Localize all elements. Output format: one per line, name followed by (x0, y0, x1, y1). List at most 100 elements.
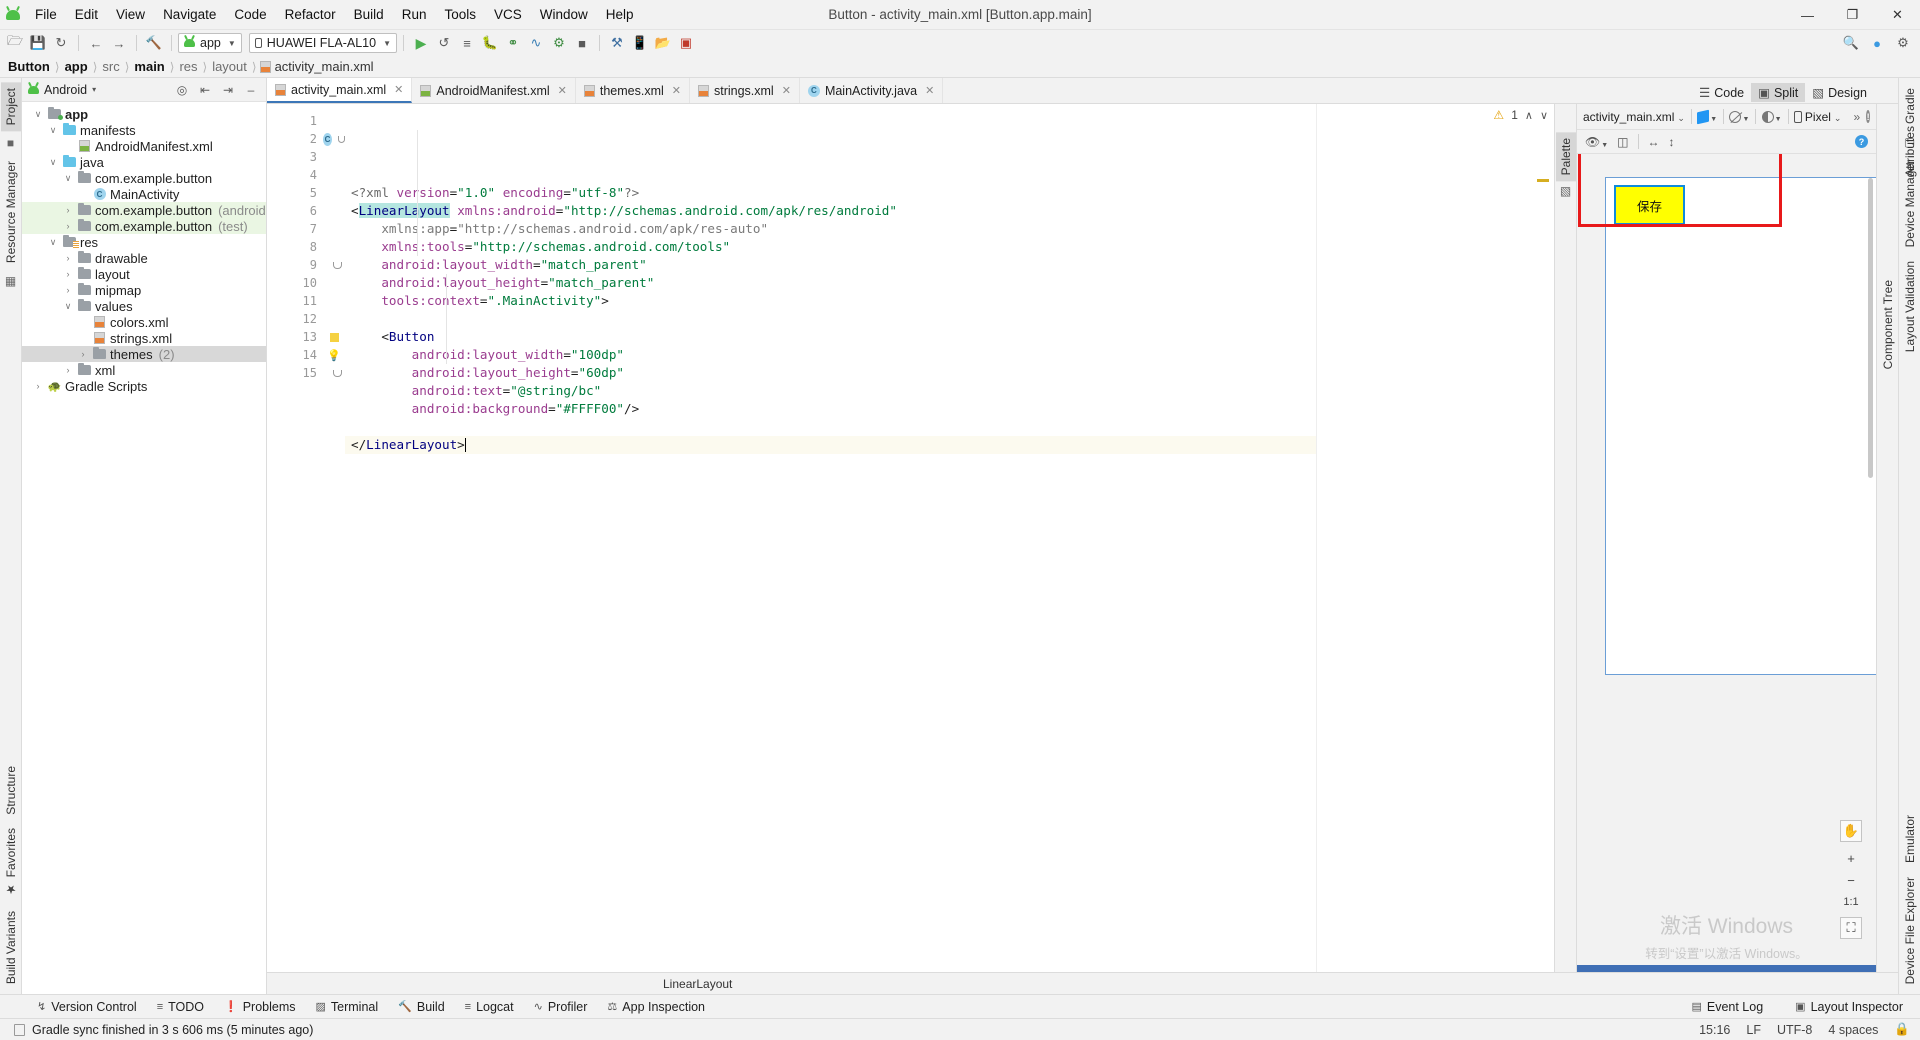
chevron-right-icon[interactable]: › (62, 205, 74, 215)
design-scrollbar[interactable] (1868, 178, 1873, 478)
menu-tools[interactable]: Tools (435, 4, 485, 25)
code-line[interactable]: android:layout_height="60dp" (345, 364, 1316, 382)
preview-button-widget[interactable]: 保存 (1614, 185, 1685, 225)
device-preview-frame[interactable]: 保存 (1605, 177, 1876, 675)
tab-component-tree[interactable]: Component Tree (1878, 274, 1898, 375)
chevron-down-icon[interactable]: ∨ (62, 301, 74, 312)
chevron-down-icon[interactable]: ▾ (92, 85, 96, 94)
tab-main-activity-java[interactable]: C MainActivity.java ✕ (800, 78, 944, 103)
code-line[interactable]: android:layout_width="100dp" (345, 346, 1316, 364)
tab-android-manifest-xml[interactable]: AndroidManifest.xml ✕ (412, 78, 576, 103)
tool-todo[interactable]: ≡ TODO (148, 998, 213, 1016)
tool-event-log[interactable]: ▤ Event Log (1682, 998, 1772, 1016)
collapse-all-icon[interactable]: ⇥ (219, 81, 237, 99)
sidebar-tab-emulator[interactable]: Emulator (1900, 809, 1920, 869)
chevron-right-icon[interactable]: › (62, 285, 74, 295)
code-line[interactable]: android:background="#FFFF00"/> (345, 400, 1316, 418)
code-line[interactable]: android:text="@string/bc" (345, 382, 1316, 400)
chevron-right-icon[interactable]: › (62, 253, 74, 263)
gear-icon[interactable]: ⚙ (1892, 32, 1914, 54)
menu-file[interactable]: File (26, 4, 66, 25)
sidebar-tab-build-variants[interactable]: Build Variants (1, 905, 21, 990)
breadcrumb-item-main[interactable]: main (132, 59, 166, 74)
breadcrumb-item-project[interactable]: Button (6, 59, 52, 74)
line-separator-label[interactable]: LF (1746, 1023, 1761, 1037)
build-hammer-icon[interactable]: 🔨 (143, 32, 165, 54)
chevron-down-icon[interactable]: ∨ (32, 109, 44, 120)
close-icon[interactable]: ✕ (394, 83, 403, 96)
chevron-down-icon[interactable]: ∨ (47, 125, 59, 136)
warning-square-icon[interactable] (329, 332, 339, 342)
tool-app-inspection[interactable]: ⚖ App Inspection (598, 998, 714, 1016)
tree-node-strings-xml[interactable]: strings.xml (22, 330, 266, 346)
sidebar-tab-layout-validation[interactable]: Layout Validation (1900, 255, 1920, 358)
code-line[interactable]: <Button (345, 328, 1316, 346)
tool-problems[interactable]: ❗ Problems (215, 998, 305, 1016)
tool-version-control[interactable]: ↯ Version Control (28, 998, 146, 1016)
run-device-icon[interactable]: ⚙ (548, 32, 570, 54)
menu-help[interactable]: Help (597, 4, 643, 25)
tab-attributes[interactable]: Attributes (1900, 120, 1920, 183)
stop-icon[interactable]: ■ (571, 32, 593, 54)
tree-node-res[interactable]: ∨ res (22, 234, 266, 250)
debug-icon[interactable]: 🐛 (479, 32, 501, 54)
tree-node-values[interactable]: ∨ values (22, 298, 266, 314)
horizontal-guideline-icon[interactable]: ↔ (1648, 135, 1660, 149)
close-icon[interactable]: ✕ (925, 84, 934, 97)
design-mode-icon[interactable]: ▼ (1697, 109, 1717, 124)
menu-view[interactable]: View (107, 4, 154, 25)
layout-file-selector[interactable]: activity_main.xml ⌄ (1583, 110, 1685, 124)
tool-build[interactable]: 🔨 Build (389, 998, 454, 1016)
code-line[interactable]: <?xml version="1.0" encoding="utf-8"?> (345, 184, 1316, 202)
device-file-explorer-icon[interactable]: 📂 (652, 32, 674, 54)
theme-icon[interactable]: ▼ (1761, 110, 1782, 123)
design-canvas[interactable]: 保存 ✋ + − 1:1 ⛶ 激活 Windows 转到“设置”以激活 Wind… (1577, 154, 1876, 972)
tree-node-gradle-scripts[interactable]: › 🐢 Gradle Scripts (22, 378, 266, 394)
menu-vcs[interactable]: VCS (485, 4, 531, 25)
breadcrumb-item-res[interactable]: res (177, 59, 199, 74)
sdk-manager-icon[interactable]: ⚒ (606, 32, 628, 54)
locate-icon[interactable]: ◎ (173, 81, 191, 99)
menu-refactor[interactable]: Refactor (276, 4, 345, 25)
code-fold-icon[interactable] (338, 135, 345, 143)
previous-problem-icon[interactable]: ∧ (1525, 109, 1533, 122)
chevron-right-icon[interactable]: › (62, 365, 74, 375)
close-icon[interactable]: ✕ (672, 84, 681, 97)
minimize-button[interactable]: — (1785, 0, 1830, 30)
menu-build[interactable]: Build (345, 4, 393, 25)
menu-edit[interactable]: Edit (66, 4, 107, 25)
view-mode-design[interactable]: ▧ Design (1805, 83, 1874, 102)
tab-palette[interactable]: Palette (1555, 132, 1576, 182)
help-icon[interactable]: ? (1855, 135, 1868, 148)
zoom-in-button[interactable]: + (1840, 847, 1862, 869)
code-line[interactable]: tools:context=".MainActivity"> (345, 292, 1316, 310)
warning-marker[interactable] (1537, 179, 1549, 182)
tab-activity-main-xml[interactable]: activity_main.xml ✕ (267, 78, 413, 103)
tree-node-app[interactable]: ∨ app (22, 106, 266, 122)
issue-notification-icon[interactable]: ! (1866, 110, 1870, 123)
vertical-guideline-icon[interactable]: ↕ (1669, 135, 1675, 149)
sidebar-tab-structure[interactable]: Structure (1, 760, 21, 821)
tree-node-colors-xml[interactable]: colors.xml (22, 314, 266, 330)
tree-node-mipmap[interactable]: › mipmap (22, 282, 266, 298)
sync-icon[interactable]: ↻ (50, 32, 72, 54)
sidebar-tab-favorites[interactable]: ★ Favorites (1, 822, 21, 902)
pan-tool-icon[interactable]: ✋ (1840, 820, 1862, 842)
layout-inspector-icon[interactable]: ▣ (675, 32, 697, 54)
inspection-summary[interactable]: ⚠ 1 ∧ ∨ (1493, 108, 1548, 122)
tree-node-androidmanifest-xml[interactable]: AndroidManifest.xml (22, 138, 266, 154)
tree-node-layout[interactable]: › layout (22, 266, 266, 282)
breadcrumb-item-src[interactable]: src (100, 59, 121, 74)
orientation-icon[interactable]: ▼ (1729, 110, 1749, 123)
close-icon[interactable]: ✕ (558, 84, 567, 97)
breadcrumb-item-layout[interactable]: layout (210, 59, 249, 74)
run-coverage-icon[interactable]: ↺ (433, 32, 455, 54)
sidebar-tab-resource-manager[interactable]: Resource Manager (1, 155, 21, 269)
code-line[interactable] (345, 418, 1316, 436)
menu-navigate[interactable]: Navigate (154, 4, 225, 25)
code-line[interactable]: xmlns:app="http://schemas.android.com/ap… (345, 220, 1316, 238)
back-icon[interactable]: ← (85, 32, 107, 54)
chevron-down-icon[interactable]: ∨ (62, 173, 74, 184)
chevron-down-icon[interactable]: ∨ (47, 157, 59, 168)
tab-themes-xml[interactable]: themes.xml ✕ (576, 78, 690, 103)
